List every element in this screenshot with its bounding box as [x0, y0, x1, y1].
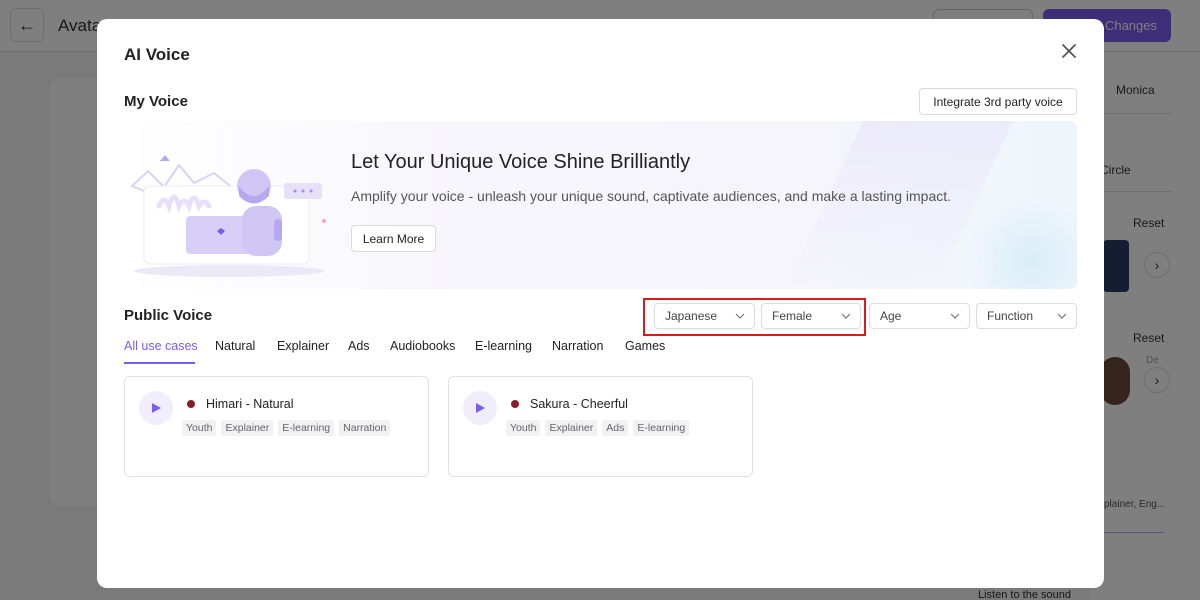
- japan-flag-icon: [187, 400, 195, 408]
- voice-recording-illustration: [130, 155, 326, 277]
- tab-all-use-cases[interactable]: All use cases: [124, 339, 198, 353]
- close-icon[interactable]: [1059, 41, 1079, 61]
- voice-tags: Youth Explainer Ads E-learning: [506, 420, 690, 436]
- tab-e-learning[interactable]: E-learning: [475, 339, 532, 353]
- public-voice-title: Public Voice: [124, 307, 213, 324]
- function-filter-label: Function: [987, 309, 1034, 323]
- chevron-down-icon: [1057, 313, 1067, 319]
- play-icon[interactable]: [463, 391, 497, 425]
- banner-description: Amplify your voice - unleash your unique…: [351, 188, 952, 204]
- voice-tag: Explainer: [545, 420, 598, 436]
- chevron-down-icon: [950, 313, 960, 319]
- tab-natural[interactable]: Natural: [215, 339, 255, 353]
- voice-name: Himari - Natural: [206, 397, 294, 411]
- ai-voice-modal: AI Voice My Voice Integrate 3rd party vo…: [97, 19, 1104, 588]
- voice-tag: E-learning: [633, 420, 690, 436]
- voice-tag: Narration: [339, 420, 391, 436]
- tab-explainer[interactable]: Explainer: [277, 339, 329, 353]
- banner-heading: Let Your Unique Voice Shine Brilliantly: [351, 151, 691, 173]
- voice-tag: Youth: [182, 420, 217, 436]
- voice-tag: Youth: [506, 420, 541, 436]
- function-filter-dropdown[interactable]: Function: [976, 303, 1077, 329]
- age-filter-label: Age: [880, 309, 902, 323]
- voice-card[interactable]: Himari - Natural Youth Explainer E-learn…: [124, 376, 429, 477]
- voice-tag: E-learning: [278, 420, 335, 436]
- age-filter-dropdown[interactable]: Age: [869, 303, 970, 329]
- tab-audiobooks[interactable]: Audiobooks: [390, 339, 455, 353]
- filter-highlight-box: [643, 298, 866, 336]
- tab-ads[interactable]: Ads: [348, 339, 370, 353]
- voice-name: Sakura - Cheerful: [530, 397, 628, 411]
- integrate-3rd-party-voice-button[interactable]: Integrate 3rd party voice: [919, 88, 1077, 115]
- modal-title: AI Voice: [124, 45, 190, 64]
- my-voice-banner: Let Your Unique Voice Shine Brilliantly …: [124, 121, 1077, 289]
- voice-tags: Youth Explainer E-learning Narration: [182, 420, 391, 436]
- tab-games[interactable]: Games: [625, 339, 665, 353]
- tab-narration[interactable]: Narration: [552, 339, 603, 353]
- japan-flag-icon: [511, 400, 519, 408]
- learn-more-button[interactable]: Learn More: [351, 225, 436, 252]
- voice-tag: Explainer: [221, 420, 274, 436]
- banner-decoration: [962, 201, 1077, 289]
- voice-card[interactable]: Sakura - Cheerful Youth Explainer Ads E-…: [448, 376, 753, 477]
- my-voice-title: My Voice: [124, 93, 188, 110]
- play-icon[interactable]: [139, 391, 173, 425]
- active-tab-indicator: [124, 362, 195, 364]
- voice-tag: Ads: [602, 420, 629, 436]
